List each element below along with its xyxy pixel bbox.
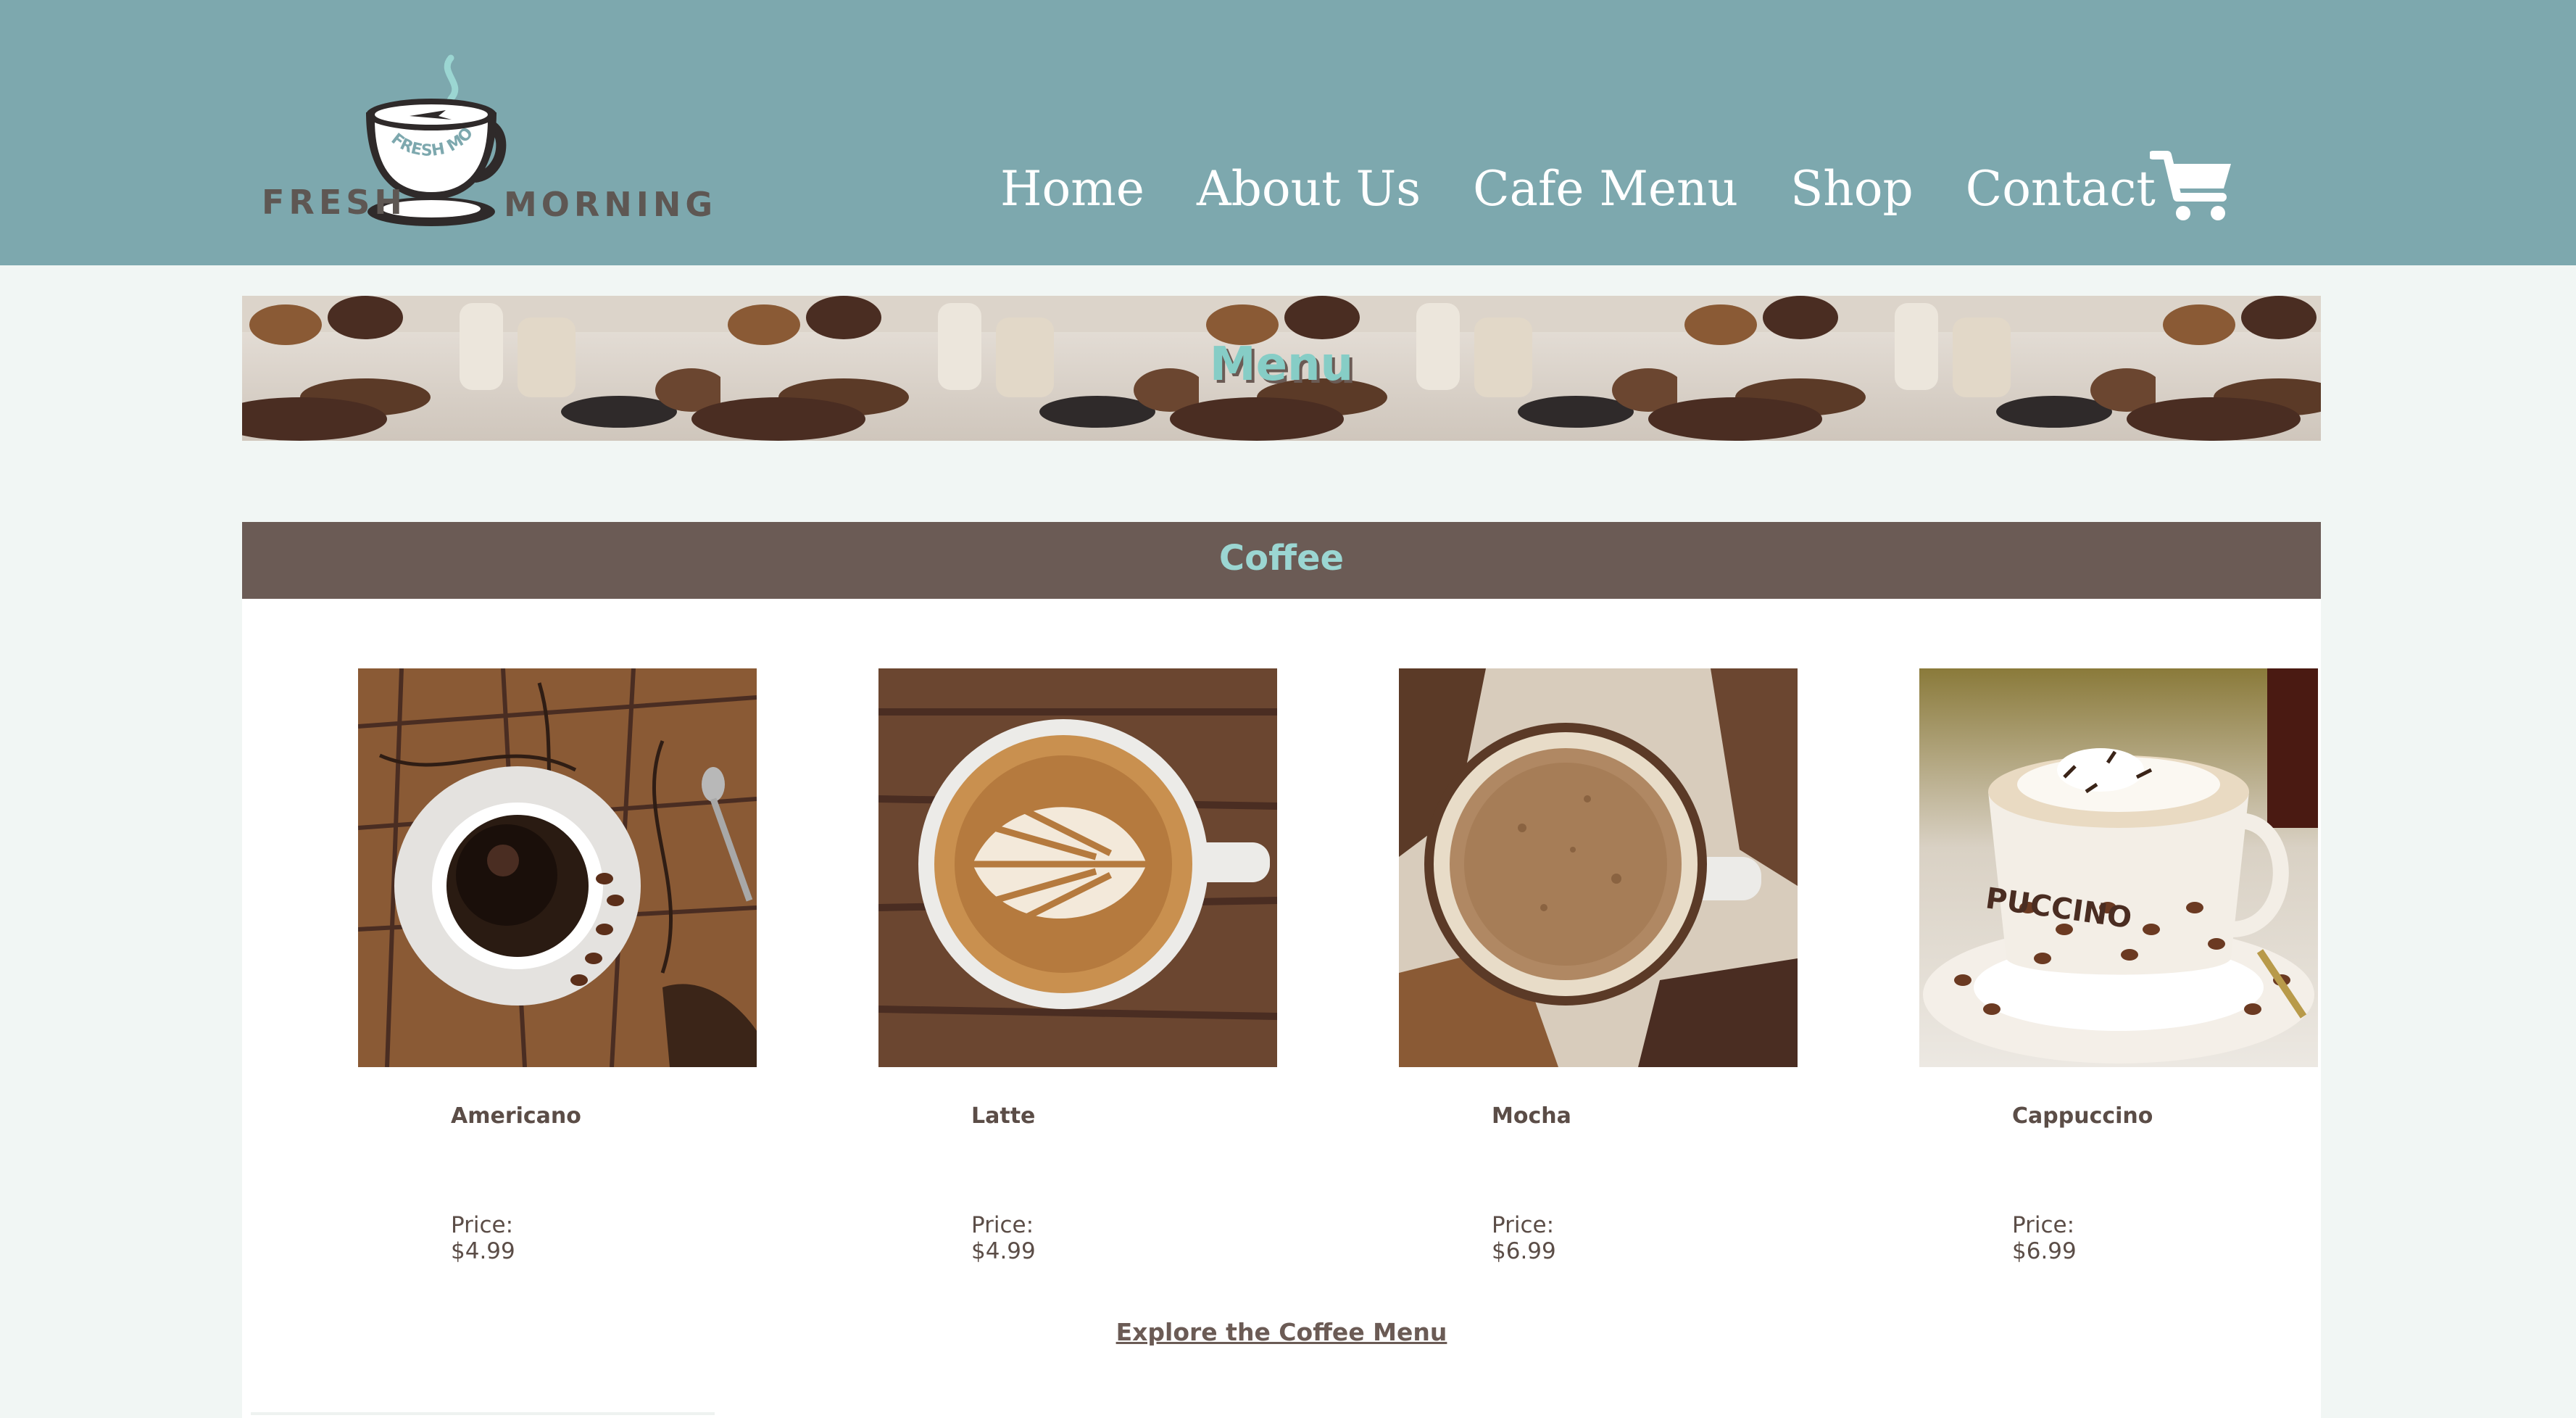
americano-image[interactable] bbox=[358, 668, 757, 1067]
item-price: $6.99 bbox=[2012, 1238, 2077, 1264]
cappuccino-image[interactable]: PUCCINO bbox=[1919, 668, 2318, 1067]
item-price: $4.99 bbox=[451, 1238, 515, 1264]
main-nav: Home About Us Cafe Menu Shop Contact bbox=[1000, 161, 2208, 217]
nav-cafe-menu[interactable]: Cafe Menu bbox=[1473, 161, 1738, 217]
coffee-section-header: Coffee bbox=[242, 522, 2321, 599]
explore-coffee-menu-link[interactable]: Explore the Coffee Menu bbox=[1116, 1318, 1447, 1346]
nav-contact[interactable]: Contact bbox=[1966, 161, 2156, 217]
menu-card-latte[interactable]: Latte Price: $4.99 bbox=[878, 668, 1277, 1264]
item-name: Americano bbox=[451, 1103, 581, 1129]
logo-word-right: MORNING bbox=[504, 185, 718, 224]
price-label: Price: bbox=[1492, 1212, 1555, 1238]
item-name: Mocha bbox=[1492, 1103, 1571, 1129]
nav-about-us[interactable]: About Us bbox=[1197, 161, 1421, 217]
logo-word-left: FRESH bbox=[262, 183, 407, 222]
nav-shop[interactable]: Shop bbox=[1790, 161, 1914, 217]
menu-card-cappuccino[interactable]: PUCCINO Cappuccino Price: $6.99 bbox=[1919, 668, 2318, 1264]
nav-home[interactable]: Home bbox=[1000, 161, 1144, 217]
shopping-cart-icon[interactable] bbox=[2148, 148, 2235, 223]
fresh-morning-logo[interactable]: FRESH MORNING FRESH MORNING bbox=[257, 51, 712, 232]
item-name: Cappuccino bbox=[2012, 1103, 2153, 1129]
price-label: Price: bbox=[451, 1212, 514, 1238]
price-label: Price: bbox=[971, 1212, 1034, 1238]
coffee-section: Coffee Americano Price: $4.99 Latte Pric… bbox=[242, 522, 2321, 1418]
menu-banner: Menu bbox=[242, 296, 2321, 441]
item-name: Latte bbox=[971, 1103, 1036, 1129]
menu-card-americano[interactable]: Americano Price: $4.99 bbox=[358, 668, 757, 1264]
site-header: FRESH MORNING FRESH MORNING Home About U… bbox=[0, 0, 2576, 265]
item-price: $6.99 bbox=[1492, 1238, 1556, 1264]
banner-title: Menu bbox=[1209, 338, 1354, 391]
explore-coffee-link-container: Explore the Coffee Menu bbox=[242, 1318, 2321, 1346]
divider bbox=[251, 1412, 715, 1415]
mocha-image[interactable] bbox=[1399, 668, 1798, 1067]
latte-image[interactable] bbox=[878, 668, 1277, 1067]
item-price: $4.99 bbox=[971, 1238, 1036, 1264]
coffee-section-title: Coffee bbox=[1218, 538, 1345, 579]
menu-card-mocha[interactable]: Mocha Price: $6.99 bbox=[1399, 668, 1798, 1264]
price-label: Price: bbox=[2012, 1212, 2075, 1238]
